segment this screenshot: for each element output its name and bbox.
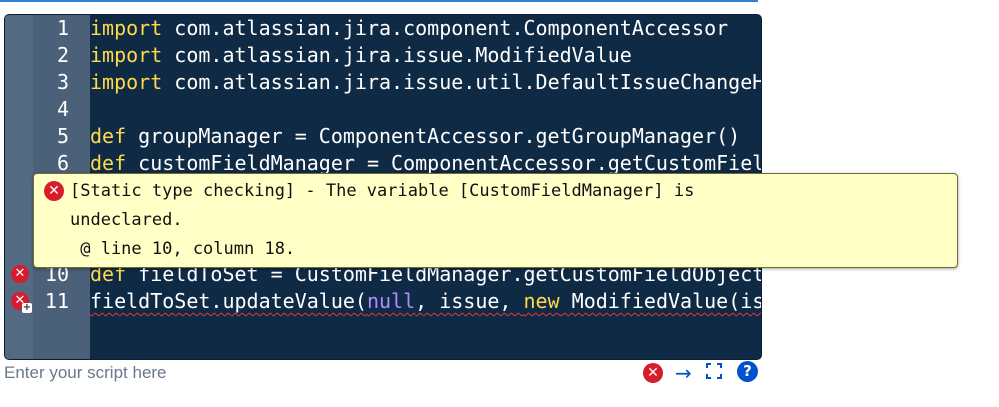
code-text: , issue, xyxy=(415,289,524,313)
line-number: 4 xyxy=(56,97,69,121)
line-number: 1 xyxy=(56,16,69,40)
top-rule xyxy=(0,0,758,2)
code-text: com.atlassian.jira.issue.ModifiedValue xyxy=(162,43,632,67)
code-text: ModifiedValue(is xyxy=(559,289,761,313)
keyword: def xyxy=(90,151,127,175)
code-text: customFieldManager = ComponentAccessor.g… xyxy=(126,151,761,175)
code-text: com.atlassian.jira.component.ComponentAc… xyxy=(162,16,729,40)
error-icon: ✕ xyxy=(44,181,64,201)
code-line-11: fieldToSet.updateValue(null, issue, new … xyxy=(90,288,761,315)
null-literal: null xyxy=(366,289,416,313)
code-text: groupManager = ComponentAccessor.getGrou… xyxy=(126,124,741,148)
gutter-error-icon[interactable]: ✕ xyxy=(11,265,29,283)
line-number: 2 xyxy=(56,43,69,67)
line-number: 3 xyxy=(56,70,69,94)
code-text: com.atlassian.jira.issue.util.DefaultIss… xyxy=(162,70,761,94)
script-placeholder: Enter your script here xyxy=(4,363,167,382)
error-icon[interactable]: ✕ xyxy=(643,363,663,383)
code-line-3: import com.atlassian.jira.issue.util.Def… xyxy=(90,69,761,96)
line-number: 5 xyxy=(56,124,69,148)
help-icon[interactable]: ? xyxy=(737,361,758,382)
code-line-2: import com.atlassian.jira.issue.Modified… xyxy=(90,42,632,69)
keyword: new xyxy=(523,289,560,313)
code-line-1: import com.atlassian.jira.component.Comp… xyxy=(90,15,728,42)
keyword: import xyxy=(90,70,163,94)
gutter-fold-plus-icon[interactable]: + xyxy=(22,303,32,313)
error-tooltip: ✕ [Static type checking] - The variable … xyxy=(33,173,958,268)
keyword: import xyxy=(90,16,163,40)
code-line-5: def groupManager = ComponentAccessor.get… xyxy=(90,123,740,150)
keyword: import xyxy=(90,43,163,67)
code-text-error: fieldToSet.updateValue(null, issue, new … xyxy=(90,289,761,313)
fullscreen-icon[interactable] xyxy=(706,363,722,379)
arrow-right-icon[interactable]: → xyxy=(675,361,692,385)
tooltip-message-line-1: [Static type checking] - The variable [C… xyxy=(70,181,695,201)
tooltip-message-line-3: @ line 10, column 18. xyxy=(70,239,296,259)
editor-footer: Enter your script here ✕ → ? xyxy=(0,358,760,388)
code-text: fieldToSet.updateValue( xyxy=(90,289,367,313)
tooltip-message-line-2: undeclared. xyxy=(70,210,183,230)
keyword: def xyxy=(90,124,127,148)
